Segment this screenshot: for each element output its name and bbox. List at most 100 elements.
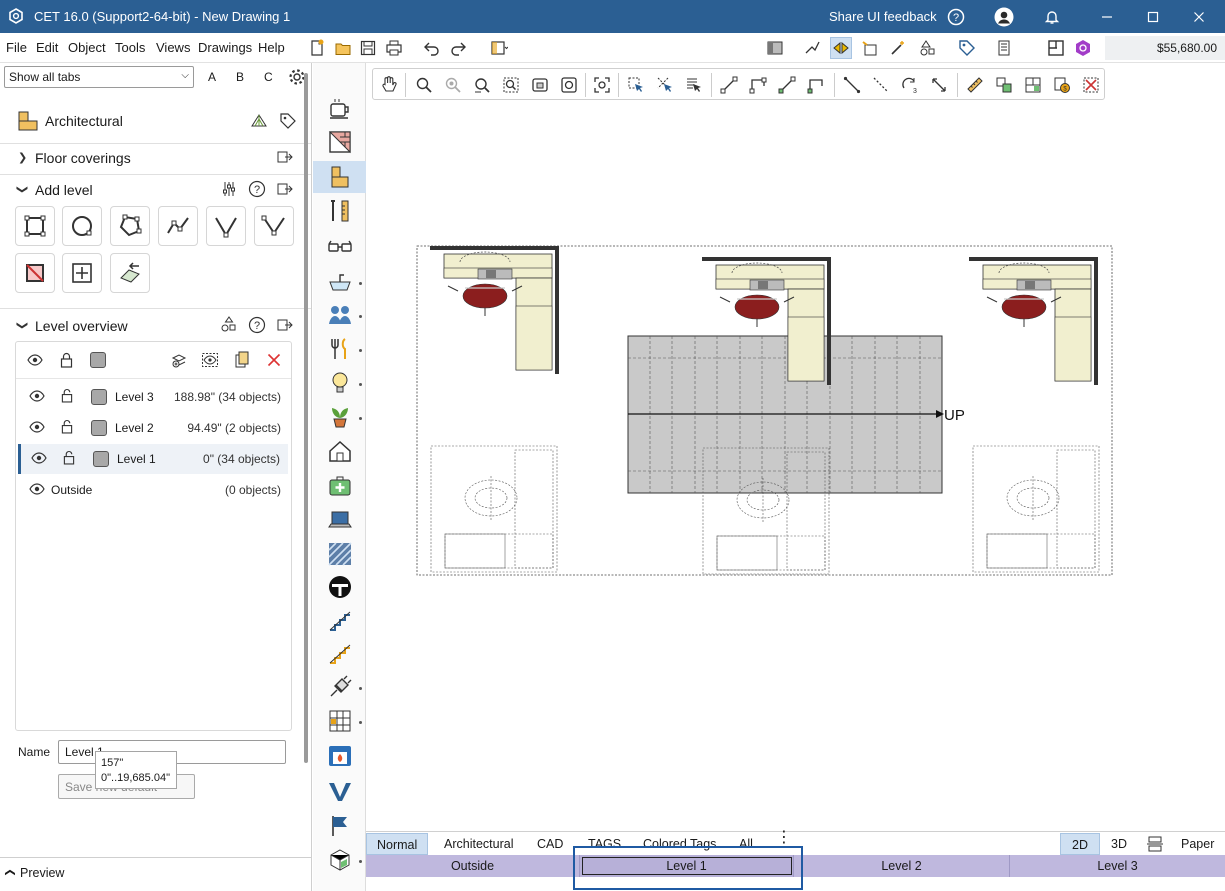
3d-cube-icon[interactable]: [326, 846, 354, 874]
level-row-1[interactable]: Level 1 0" (34 objects): [18, 444, 288, 474]
fireplace-icon[interactable]: [326, 742, 354, 770]
people-icon[interactable]: [326, 301, 354, 329]
snap-tool-icon[interactable]: [801, 37, 823, 59]
menu-object[interactable]: Object: [68, 40, 106, 55]
place-tool-icon[interactable]: [859, 37, 881, 59]
menu-views[interactable]: Views: [156, 40, 190, 55]
list-dropdown-icon[interactable]: [995, 37, 1017, 59]
mirror-tool-icon[interactable]: [830, 37, 852, 59]
split-view-icon[interactable]: [1147, 835, 1163, 853]
eye-icon[interactable]: [29, 483, 45, 495]
circle-room-tool[interactable]: [62, 206, 102, 246]
tabs-filter-select[interactable]: Show all tabs ⌵: [4, 66, 194, 88]
wedge-tool[interactable]: [254, 206, 294, 246]
save-icon[interactable]: [357, 37, 379, 59]
shelving-icon[interactable]: [326, 707, 354, 735]
more-tabs-icon[interactable]: ⋮: [776, 830, 792, 846]
glasses-icon[interactable]: [326, 233, 354, 261]
floor-coverings-header[interactable]: Floor coverings: [35, 150, 131, 166]
house-icon[interactable]: [326, 437, 354, 465]
sliders-icon[interactable]: [221, 181, 237, 200]
tools-icon[interactable]: [326, 197, 354, 225]
drawing-canvas[interactable]: 3 $ UP: [366, 63, 1225, 831]
tag-icon[interactable]: [279, 112, 297, 133]
menu-file[interactable]: File: [6, 40, 27, 55]
eye-icon[interactable]: [29, 390, 45, 402]
diagonal-room-tool[interactable]: [15, 253, 55, 293]
level-tab-3[interactable]: Level 3: [1010, 855, 1225, 877]
level-overview-header[interactable]: Level overview: [35, 318, 128, 334]
medical-kit-icon[interactable]: [326, 472, 354, 500]
level-row-2[interactable]: Level 2 94.49" (2 objects): [19, 413, 289, 443]
eye-icon[interactable]: [31, 452, 47, 464]
laptop-icon[interactable]: [326, 506, 354, 534]
palette-icon[interactable]: [250, 112, 268, 133]
open-folder-icon[interactable]: [332, 37, 354, 59]
view-paper-button[interactable]: Paper: [1181, 837, 1214, 851]
view-level-icon[interactable]: [201, 352, 219, 368]
tile-pattern-icon[interactable]: [326, 540, 354, 568]
chevron-right-icon[interactable]: ❯: [18, 151, 27, 164]
resize-room-tool[interactable]: [62, 253, 102, 293]
user-avatar-icon[interactable]: [994, 7, 1014, 27]
minimize-window-icon[interactable]: [1097, 7, 1117, 27]
layout-dropdown-icon[interactable]: [488, 37, 510, 59]
maximize-window-icon[interactable]: [1143, 7, 1163, 27]
filter-a-button[interactable]: A: [208, 70, 216, 84]
tab-normal[interactable]: Normal: [366, 833, 429, 855]
popout-icon[interactable]: [277, 182, 293, 199]
extension-hex-icon[interactable]: [1072, 37, 1094, 59]
close-window-icon[interactable]: [1189, 7, 1209, 27]
help-icon[interactable]: ?: [248, 316, 266, 337]
copy-icon[interactable]: [234, 351, 250, 369]
sidebar-toggle-icon[interactable]: [764, 37, 786, 59]
light-bulb-icon[interactable]: [326, 369, 354, 397]
redo-icon[interactable]: [447, 37, 469, 59]
utensils-icon[interactable]: [326, 335, 354, 363]
level-color-swatch[interactable]: [93, 451, 109, 467]
lock-icon[interactable]: [60, 352, 73, 368]
delete-icon[interactable]: [267, 353, 281, 367]
level-color-swatch[interactable]: [91, 420, 107, 436]
chevron-down-icon[interactable]: ❯: [16, 321, 29, 330]
level-tab-2[interactable]: Level 2: [794, 855, 1010, 877]
shapes-dropdown-icon[interactable]: [917, 37, 939, 59]
coffee-cup-icon[interactable]: [326, 95, 354, 123]
brand-v-logo-icon[interactable]: [326, 777, 354, 805]
menu-tools[interactable]: Tools: [115, 40, 145, 55]
level-row-outside[interactable]: Outside (0 objects): [19, 475, 289, 505]
view-2d-button[interactable]: 2D: [1060, 833, 1100, 855]
tag-dropdown-icon[interactable]: [956, 37, 978, 59]
plant-icon[interactable]: [326, 403, 354, 431]
menu-help[interactable]: Help: [258, 40, 285, 55]
eye-icon[interactable]: [29, 421, 45, 433]
new-drawing-icon[interactable]: [306, 37, 328, 59]
unlock-icon[interactable]: [63, 450, 75, 465]
chevron-down-icon[interactable]: ❯: [16, 185, 29, 194]
stairs-blue-icon[interactable]: [326, 607, 354, 635]
tab-architectural[interactable]: Architectural: [444, 837, 513, 851]
architectural-icon[interactable]: [313, 161, 366, 193]
level-color-swatch[interactable]: [91, 389, 107, 405]
brick-wall-icon[interactable]: [326, 128, 354, 156]
menu-edit[interactable]: Edit: [36, 40, 58, 55]
view-3d-button[interactable]: 3D: [1111, 837, 1127, 851]
help-icon[interactable]: ?: [248, 180, 266, 201]
menu-drawings[interactable]: Drawings: [198, 40, 252, 55]
help-icon[interactable]: ?: [946, 7, 966, 27]
shapes-icon[interactable]: [221, 316, 237, 335]
stairs-orange-icon[interactable]: [326, 640, 354, 668]
popout-icon[interactable]: [277, 150, 293, 167]
v-shape-tool[interactable]: [206, 206, 246, 246]
share-feedback-link[interactable]: Share UI feedback: [829, 9, 937, 24]
add-level-header[interactable]: Add level: [35, 182, 93, 198]
filter-b-button[interactable]: B: [236, 70, 244, 84]
tab-cad[interactable]: CAD: [537, 837, 563, 851]
flag-icon[interactable]: [326, 812, 354, 840]
print-icon[interactable]: [383, 37, 405, 59]
level-tab-outside[interactable]: Outside: [366, 855, 580, 877]
filter-c-button[interactable]: C: [264, 70, 273, 84]
rect-room-tool[interactable]: [15, 206, 55, 246]
unlock-icon[interactable]: [61, 419, 73, 434]
color-swatch[interactable]: [90, 352, 106, 368]
